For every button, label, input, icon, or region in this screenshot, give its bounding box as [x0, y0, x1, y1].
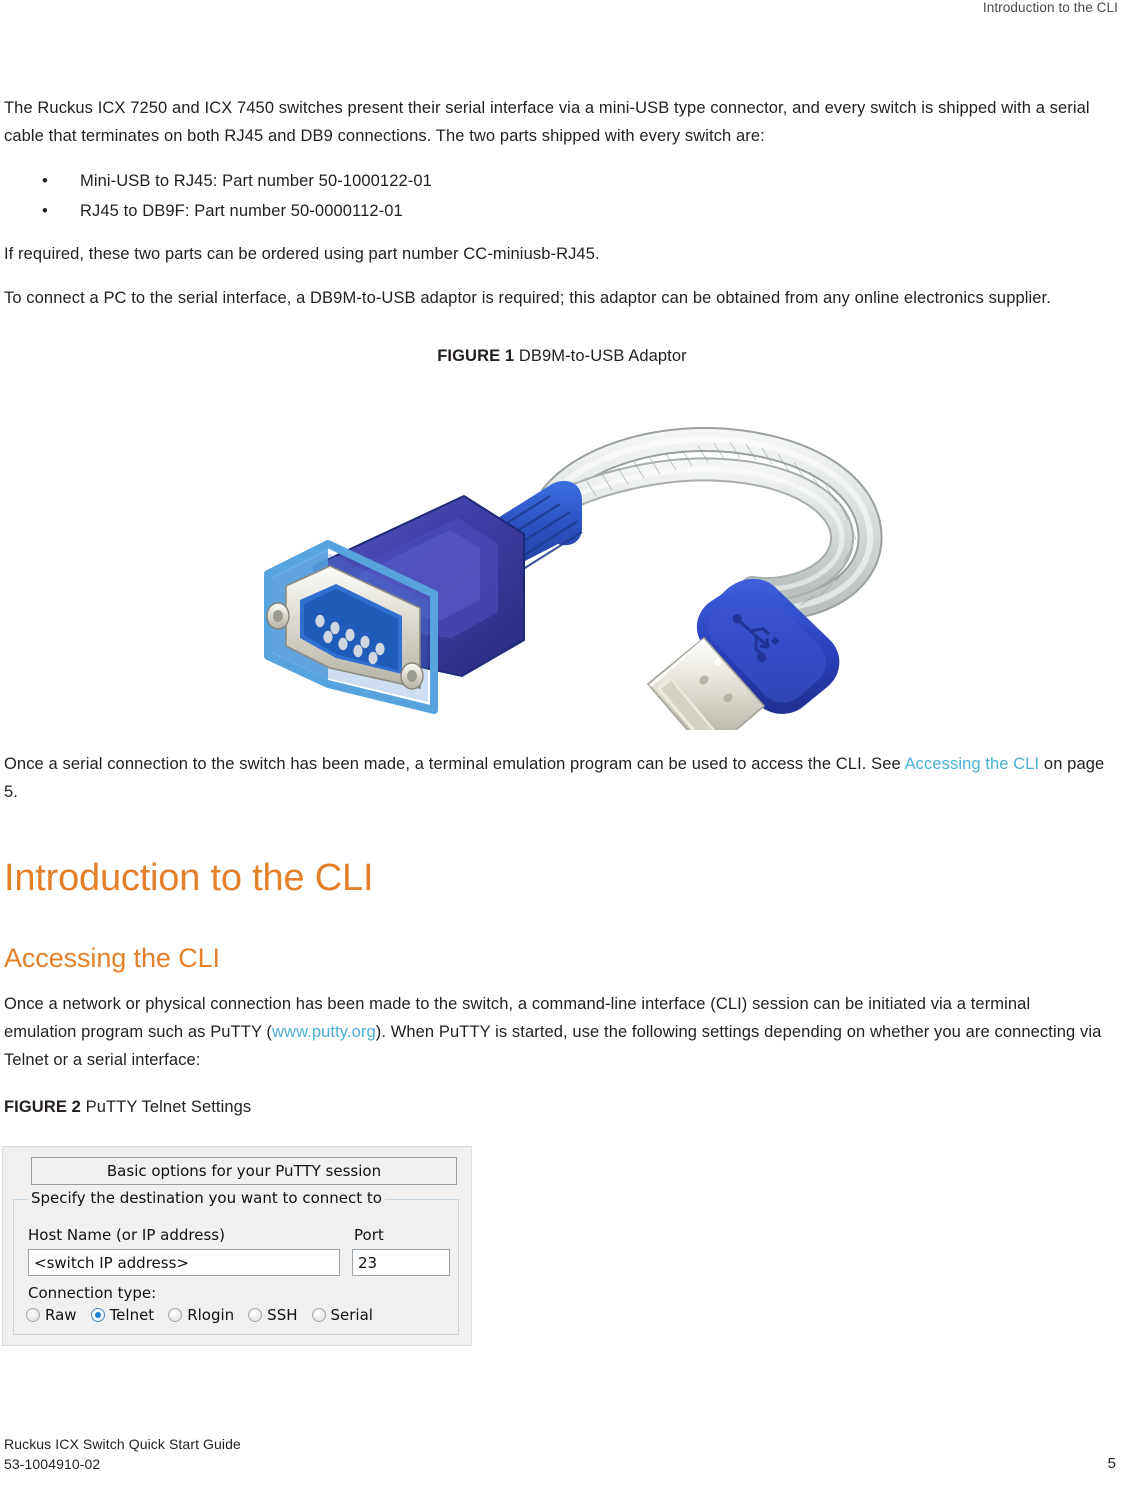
page-content: The Ruckus ICX 7250 and ICX 7450 switche…: [4, 94, 1118, 328]
radio-label: Raw: [45, 1306, 77, 1324]
running-header: Introduction to the CLI: [982, 0, 1118, 15]
after-figure-lead: Once a serial connection to the switch h…: [4, 755, 905, 773]
destination-group-legend: Specify the destination you want to conn…: [28, 1189, 385, 1207]
radio-label: Telnet: [109, 1306, 155, 1324]
figure-1-title: DB9M-to-USB Adaptor: [514, 347, 687, 365]
document-page: Introduction to the CLI The Ruckus ICX 7…: [0, 0, 1124, 1488]
footer-doc-title: Ruckus ICX Switch Quick Start Guide: [4, 1436, 241, 1452]
accessing-cli-paragraph: Once a network or physical connection ha…: [4, 990, 1104, 1074]
figure-2-title: PuTTY Telnet Settings: [80, 1098, 252, 1116]
putty-configuration-dialog: Basic options for your PuTTY session Spe…: [2, 1146, 472, 1346]
figure-2-label: FIGURE 2: [4, 1098, 81, 1116]
list-item: • RJ45 to DB9F: Part number 50-0000112-0…: [4, 196, 1118, 226]
adaptor-paragraph: To connect a PC to the serial interface,…: [4, 289, 1051, 307]
db9m-to-usb-adaptor-image: [252, 388, 912, 730]
putty-website-link[interactable]: www.putty.org: [272, 1023, 376, 1041]
radio-label: Serial: [330, 1306, 373, 1324]
list-item-label: Mini-USB to RJ45: Part number 50-1000122…: [80, 172, 432, 190]
radio-label: SSH: [267, 1306, 298, 1324]
destination-group-box: Specify the destination you want to conn…: [13, 1189, 459, 1335]
ordering-paragraph: If required, these two parts can be orde…: [4, 245, 600, 263]
radio-serial[interactable]: Serial: [311, 1306, 373, 1324]
radio-button-icon: [311, 1308, 326, 1322]
host-name-label: Host Name (or IP address): [28, 1226, 225, 1244]
connection-type-label: Connection type:: [28, 1284, 157, 1302]
list-item-label: RJ45 to DB9F: Part number 50-0000112-01: [80, 202, 403, 220]
radio-button-selected-icon: [90, 1308, 105, 1322]
intro-paragraph: The Ruckus ICX 7250 and ICX 7450 switche…: [4, 99, 1090, 145]
figure-1-caption: FIGURE 1 DB9M-to-USB Adaptor: [0, 344, 1124, 368]
section-heading-accessing-cli: Accessing the CLI: [4, 943, 220, 973]
footer-page-number: 5: [1107, 1455, 1116, 1472]
footer-document-info: Ruckus ICX Switch Quick Start Guide 53-1…: [4, 1434, 241, 1474]
radio-label: Rlogin: [187, 1306, 235, 1324]
figure-2-caption: FIGURE 2 PuTTY Telnet Settings: [4, 1095, 251, 1119]
after-figure-paragraph: Once a serial connection to the switch h…: [4, 750, 1118, 806]
port-label: Port: [354, 1226, 384, 1244]
radio-ssh[interactable]: SSH: [248, 1306, 298, 1324]
parts-bullet-list: • Mini-USB to RJ45: Part number 50-10001…: [4, 166, 1118, 226]
putty-session-title-bar: Basic options for your PuTTY session: [31, 1157, 457, 1185]
radio-rlogin[interactable]: Rlogin: [168, 1306, 234, 1324]
radio-telnet[interactable]: Telnet: [90, 1306, 155, 1324]
page-title: Introduction to the CLI: [4, 857, 374, 899]
list-item: • Mini-USB to RJ45: Part number 50-10001…: [4, 166, 1118, 196]
radio-button-icon: [248, 1308, 263, 1322]
footer-doc-number: 53-1004910-02: [4, 1456, 101, 1472]
figure-1-label: FIGURE 1: [437, 347, 515, 365]
connection-type-radio-group: Raw Telnet Rlogin SSH Serial: [26, 1306, 452, 1324]
radio-button-icon: [26, 1308, 40, 1322]
port-input[interactable]: 23: [352, 1249, 450, 1276]
host-name-input[interactable]: <switch IP address>: [28, 1249, 340, 1276]
radio-button-icon: [168, 1308, 183, 1322]
accessing-cli-crossref-link[interactable]: Accessing the CLI: [905, 755, 1040, 773]
radio-raw[interactable]: Raw: [26, 1306, 77, 1324]
bullet-marker-icon: •: [42, 172, 48, 190]
bullet-marker-icon: •: [42, 202, 48, 220]
